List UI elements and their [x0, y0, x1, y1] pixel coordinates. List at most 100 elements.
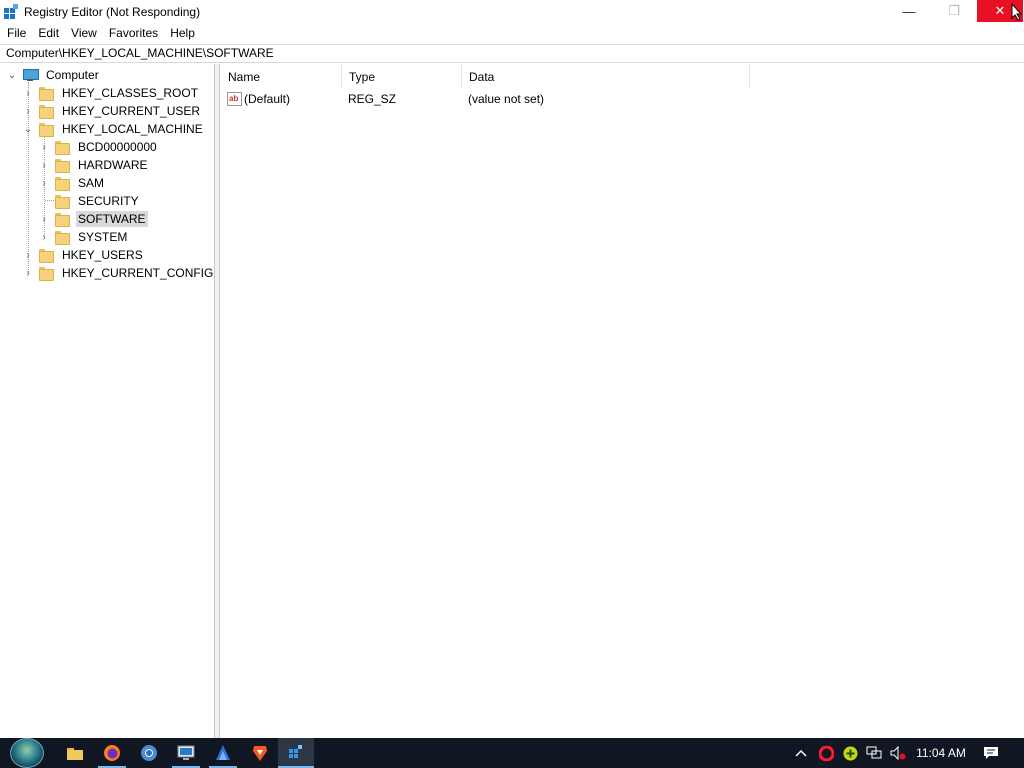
column-header-type[interactable]: Type	[342, 64, 462, 88]
chevron-right-icon[interactable]: ›	[22, 249, 34, 261]
chevron-right-icon[interactable]: ›	[38, 231, 50, 243]
opera-icon	[818, 745, 834, 761]
pane-splitter[interactable]	[215, 64, 220, 738]
chevron-right-icon[interactable]: ›	[38, 159, 50, 171]
tree-item-hkey-current-user[interactable]: › HKEY_CURRENT_USER	[22, 102, 202, 120]
chevron-down-icon[interactable]: ⌄	[6, 69, 18, 81]
taskbar-brave[interactable]	[242, 738, 278, 768]
tree-item-sam[interactable]: › SAM	[38, 174, 106, 192]
tree-item-computer[interactable]: ⌄ Computer	[6, 66, 101, 84]
value-name: (Default)	[244, 92, 291, 106]
chevron-right-icon[interactable]: ›	[22, 267, 34, 279]
taskbar-vpn-app[interactable]	[205, 738, 241, 768]
folder-icon	[54, 158, 70, 173]
action-center-button[interactable]	[980, 738, 1002, 768]
tree-item-label: BCD00000000	[78, 140, 157, 154]
reg-sz-icon: ab	[227, 92, 242, 106]
menu-edit[interactable]: Edit	[32, 24, 65, 42]
registry-editor-icon	[289, 745, 302, 758]
tray-network[interactable]	[864, 738, 884, 768]
taskbar-firefox[interactable]	[94, 738, 130, 768]
tree-item-system[interactable]: › SYSTEM	[38, 228, 129, 246]
chevron-right-icon[interactable]: ›	[38, 177, 50, 189]
menu-file[interactable]: File	[0, 24, 32, 42]
tree-item-hkey-users[interactable]: › HKEY_USERS	[22, 246, 145, 264]
menu-favorites[interactable]: Favorites	[103, 24, 164, 42]
folder-icon	[38, 248, 54, 263]
computer-icon	[22, 68, 39, 82]
close-icon: ✕	[994, 3, 1006, 18]
chevron-up-icon	[795, 749, 807, 757]
tree-item-label: HKEY_USERS	[62, 248, 143, 262]
folder-icon	[54, 176, 70, 191]
address-bar[interactable]: Computer\HKEY_LOCAL_MACHINE\SOFTWARE	[0, 44, 1024, 63]
chevron-right-icon[interactable]: ›	[22, 105, 34, 117]
tree-item-label: HKEY_CURRENT_USER	[62, 104, 201, 118]
notification-icon	[984, 747, 998, 759]
menu-view[interactable]: View	[65, 24, 103, 42]
value-type: REG_SZ	[348, 92, 397, 106]
folder-icon	[54, 212, 70, 227]
taskbar: 11:04 AM	[0, 738, 1024, 768]
tree-item-hkey-classes-root[interactable]: › HKEY_CLASSES_ROOT	[22, 84, 200, 102]
plus-circle-icon	[843, 746, 857, 760]
vpn-icon	[216, 745, 230, 760]
chevron-right-icon[interactable]: ›	[22, 87, 34, 99]
taskbar-remote-desktop[interactable]	[168, 738, 204, 768]
tree-item-hardware[interactable]: › HARDWARE	[38, 156, 150, 174]
tree-item-label: SOFTWARE	[76, 211, 148, 227]
tree-item-hkey-local-machine[interactable]: ⌄ HKEY_LOCAL_MACHINE	[22, 120, 205, 138]
tree-item-security[interactable]: SECURITY	[38, 192, 141, 210]
minimize-button[interactable]: —	[886, 0, 932, 22]
list-item[interactable]: ab (Default) REG_SZ (value not set)	[221, 90, 1024, 108]
folder-icon	[38, 104, 54, 119]
clock[interactable]: 11:04 AM	[912, 738, 970, 768]
start-button[interactable]	[8, 738, 46, 768]
tray-opera[interactable]	[816, 738, 836, 768]
chrome-icon	[141, 745, 157, 761]
tree-item-label: HKEY_LOCAL_MACHINE	[62, 122, 203, 136]
chevron-right-icon[interactable]: ›	[38, 213, 50, 225]
tree-pane: ⌄ Computer › HKEY_CLASSES_ROOT › HKEY_CU…	[0, 64, 215, 738]
volume-muted-icon	[890, 746, 906, 760]
tree-item-label: HKEY_CURRENT_CONFIG	[62, 266, 214, 280]
registry-editor-icon	[3, 4, 19, 20]
tree-item-label: HKEY_CLASSES_ROOT	[62, 86, 199, 100]
mouse-cursor-icon	[1011, 3, 1023, 21]
tree-item-software[interactable]: › SOFTWARE	[38, 210, 148, 228]
tree-item-label: Computer	[46, 68, 99, 82]
tree-item-label: SYSTEM	[78, 230, 128, 244]
chevron-right-icon[interactable]: ›	[38, 141, 50, 153]
folder-icon	[38, 86, 54, 101]
show-hidden-icons-button[interactable]	[791, 738, 811, 768]
tree-item-hkey-current-config[interactable]: › HKEY_CURRENT_CONFIG	[22, 264, 214, 282]
chevron-down-icon[interactable]: ⌄	[22, 123, 34, 135]
title-bar: Registry Editor (Not Responding) — ❐ ✕	[0, 0, 1024, 24]
window-title: Registry Editor (Not Responding)	[24, 5, 201, 19]
folder-icon	[54, 194, 70, 209]
brave-icon	[253, 746, 267, 761]
tray-volume[interactable]	[888, 738, 908, 768]
tree-item-label: SAM	[78, 176, 105, 190]
firefox-icon	[104, 745, 120, 761]
folder-open-icon	[38, 122, 54, 137]
menu-help[interactable]: Help	[164, 24, 201, 42]
values-list-pane: Name Type Data ab (Default) REG_SZ (valu…	[221, 64, 1024, 738]
folder-icon	[67, 747, 83, 760]
tray-update[interactable]	[840, 738, 860, 768]
column-header-name[interactable]: Name	[221, 64, 342, 88]
folder-icon	[38, 266, 54, 281]
tree-item-bcd00000000[interactable]: › BCD00000000	[38, 138, 159, 156]
list-header: Name Type Data	[221, 64, 1024, 88]
network-icon	[866, 746, 882, 759]
column-header-data[interactable]: Data	[462, 64, 750, 88]
taskbar-file-explorer[interactable]	[57, 738, 93, 768]
tree-item-label: HARDWARE	[78, 158, 148, 172]
taskbar-registry-editor[interactable]	[278, 738, 314, 768]
folder-icon	[54, 230, 70, 245]
start-orb-icon	[10, 738, 44, 768]
maximize-button[interactable]: ❐	[931, 0, 977, 22]
value-data: (value not set)	[468, 92, 545, 106]
taskbar-chrome[interactable]	[131, 738, 167, 768]
folder-icon	[54, 140, 70, 155]
